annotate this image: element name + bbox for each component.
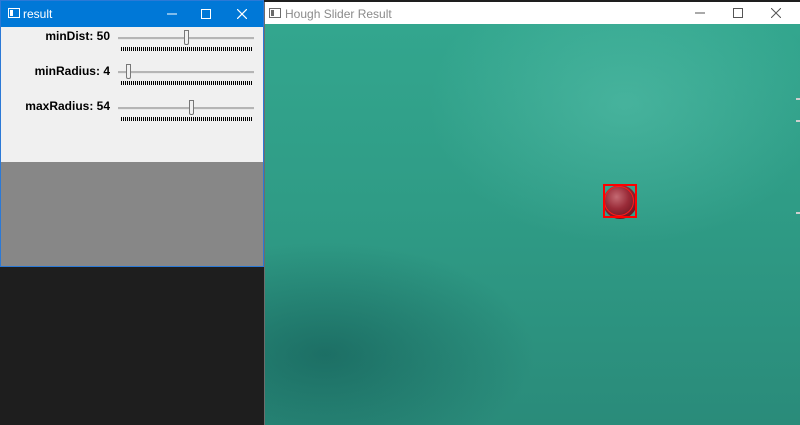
maximize-button[interactable] — [721, 2, 755, 24]
edge-mark — [796, 98, 800, 100]
result-image-area — [1, 162, 263, 266]
edge-mark — [796, 212, 800, 214]
window-title: result — [23, 7, 53, 21]
edge-mark — [796, 120, 800, 122]
trackbar-ticks-mindist — [121, 47, 252, 51]
trackbar-label-mindist: minDist: 50 — [45, 29, 110, 43]
close-icon — [771, 8, 781, 18]
trackbar-minradius[interactable] — [118, 71, 254, 74]
detection-box — [603, 184, 637, 218]
trackbar-panel: minDist: 50 minRadius: 4 maxRadius: 54 — [1, 27, 263, 162]
minimize-button[interactable] — [155, 1, 189, 27]
maximize-icon — [733, 8, 743, 18]
trackbar-thumb-mindist[interactable] — [183, 30, 189, 45]
trackbar-thumb-minradius[interactable] — [125, 64, 131, 79]
hough-titlebar[interactable]: Hough Slider Result — [265, 2, 800, 24]
minimize-button[interactable] — [683, 2, 717, 24]
maximize-icon — [201, 9, 211, 19]
result-window: result minDist: 50 minRadius: 4 maxRadiu… — [0, 0, 264, 267]
trackbar-label-minradius: minRadius: 4 — [34, 64, 110, 78]
close-button[interactable] — [225, 1, 259, 27]
close-button[interactable] — [759, 2, 793, 24]
minimize-icon — [167, 13, 177, 15]
trackbar-maxradius[interactable] — [118, 107, 254, 110]
result-titlebar[interactable]: result — [1, 1, 263, 27]
hough-window: Hough Slider Result — [264, 2, 800, 425]
trackbar-label-maxradius: maxRadius: 54 — [25, 99, 110, 113]
window-title: Hough Slider Result — [285, 7, 392, 21]
trackbar-thumb-maxradius[interactable] — [188, 100, 194, 115]
app-icon — [8, 8, 20, 18]
trackbar-ticks-minradius — [121, 81, 252, 85]
trackbar-ticks-maxradius — [121, 117, 252, 121]
minimize-icon — [695, 12, 705, 14]
camera-image — [265, 24, 800, 425]
app-icon — [269, 8, 281, 18]
maximize-button[interactable] — [189, 1, 223, 27]
close-icon — [237, 9, 247, 19]
